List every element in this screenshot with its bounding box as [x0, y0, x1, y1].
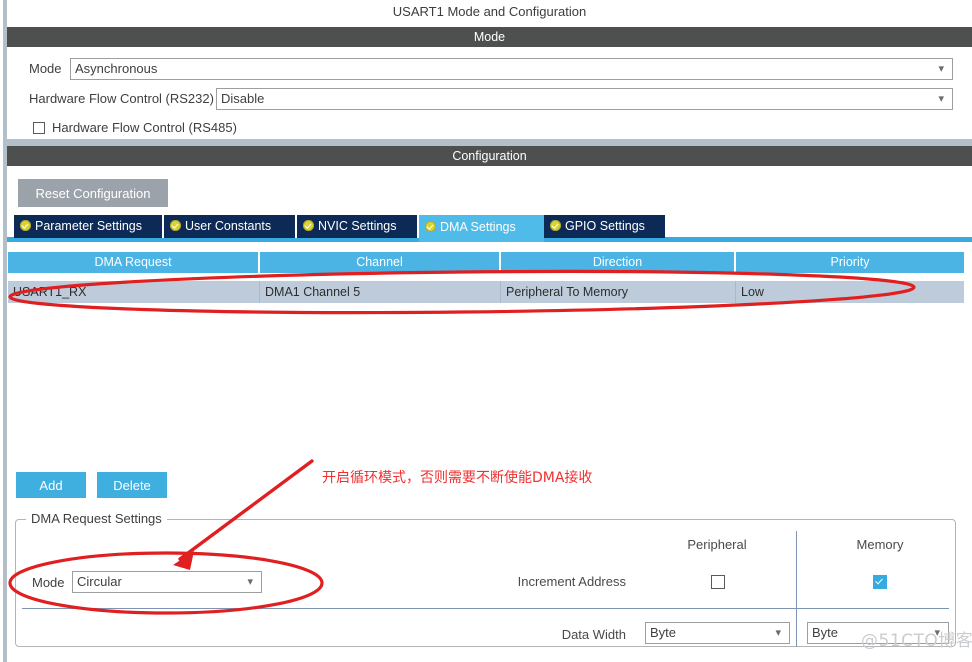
table-row[interactable]: USART1_RX DMA1 Channel 5 Peripheral To M… [8, 281, 964, 303]
column-header-dma-request[interactable]: DMA Request [8, 252, 260, 273]
tab-user-constants[interactable]: User Constants [164, 215, 297, 238]
check-circle-icon [170, 220, 181, 231]
tabstrip: Parameter Settings User Constants NVIC S… [7, 215, 972, 243]
column-header-direction[interactable]: Direction [501, 252, 736, 273]
check-circle-icon [303, 220, 314, 231]
dma-mode-label: Mode [32, 572, 65, 594]
usart1-config-window: USART1 Mode and Configuration Mode Mode … [0, 0, 972, 662]
data-width-peripheral-value: Byte [650, 625, 676, 640]
chevron-down-icon: ▾ [775, 623, 781, 643]
mode-field-label: Mode [29, 58, 62, 80]
check-circle-icon [550, 220, 561, 231]
hw-flow-rs485-label: Hardware Flow Control (RS485) [52, 117, 237, 139]
hw-flow-rs485-checkbox[interactable] [33, 122, 45, 134]
mode-combobox[interactable]: Asynchronous ▾ [70, 58, 953, 80]
tab-parameter-settings[interactable]: Parameter Settings [14, 215, 164, 238]
tab-gpio-settings[interactable]: GPIO Settings [544, 215, 665, 238]
watermark: @51CTO博客 [861, 626, 972, 651]
dma-table-header: DMA Request Channel Direction Priority [8, 252, 964, 273]
tab-dma-settings[interactable]: DMA Settings [419, 215, 544, 242]
configuration-section-header: Configuration [7, 146, 972, 166]
hw-flow-rs232-combobox[interactable]: Disable ▾ [216, 88, 953, 110]
memory-column-header: Memory [812, 537, 948, 552]
increment-address-memory-checkbox[interactable] [873, 575, 887, 589]
hw-flow-rs485-row[interactable]: Hardware Flow Control (RS485) [7, 117, 972, 139]
tab-label: NVIC Settings [318, 219, 397, 233]
dma-mode-value: Circular [77, 574, 122, 589]
delete-button[interactable]: Delete [97, 472, 167, 498]
cell-channel: DMA1 Channel 5 [260, 281, 501, 303]
add-button[interactable]: Add [16, 472, 86, 498]
increment-address-peripheral-checkbox[interactable] [711, 575, 725, 589]
cell-dma-request: USART1_RX [8, 281, 260, 303]
peripheral-column-header: Peripheral [650, 537, 784, 552]
data-width-label: Data Width [400, 627, 626, 642]
hw-flow-rs232-value: Disable [221, 91, 264, 106]
column-header-channel[interactable]: Channel [260, 252, 501, 273]
settings-hrule [22, 608, 949, 609]
chevron-down-icon: ▾ [938, 59, 944, 79]
tab-label: Parameter Settings [35, 219, 142, 233]
dma-mode-combobox[interactable]: Circular ▾ [72, 571, 262, 593]
mode-combobox-value: Asynchronous [75, 61, 157, 76]
tab-nvic-settings[interactable]: NVIC Settings [297, 215, 419, 238]
tab-label: User Constants [185, 219, 271, 233]
mode-section-header: Mode [7, 27, 972, 47]
tab-label: GPIO Settings [565, 219, 645, 233]
cell-direction: Peripheral To Memory [501, 281, 736, 303]
mode-panel: Mode Asynchronous ▾ Hardware Flow Contro… [7, 47, 972, 139]
tab-label: DMA Settings [440, 220, 516, 234]
column-header-priority[interactable]: Priority [736, 252, 964, 273]
hw-flow-rs232-field-row: Hardware Flow Control (RS232) Disable ▾ [7, 88, 972, 110]
data-width-peripheral-combobox[interactable]: Byte ▾ [645, 622, 790, 644]
chevron-down-icon: ▾ [938, 89, 944, 109]
window-title: USART1 Mode and Configuration [7, 0, 972, 24]
hw-flow-rs232-label: Hardware Flow Control (RS232) [29, 88, 214, 110]
section-divider [0, 139, 972, 146]
left-rail-inner [0, 0, 3, 662]
data-width-memory-value: Byte [812, 625, 838, 640]
increment-address-label: Increment Address [400, 574, 626, 589]
mode-field-row: Mode Asynchronous ▾ [7, 58, 972, 80]
chevron-down-icon: ▾ [247, 572, 253, 592]
peripheral-memory-vrule [796, 531, 797, 647]
dma-request-settings-legend: DMA Request Settings [26, 511, 167, 526]
check-circle-icon [425, 221, 436, 232]
check-circle-icon [20, 220, 31, 231]
reset-configuration-button[interactable]: Reset Configuration [18, 179, 168, 207]
cell-priority: Low [736, 281, 964, 303]
